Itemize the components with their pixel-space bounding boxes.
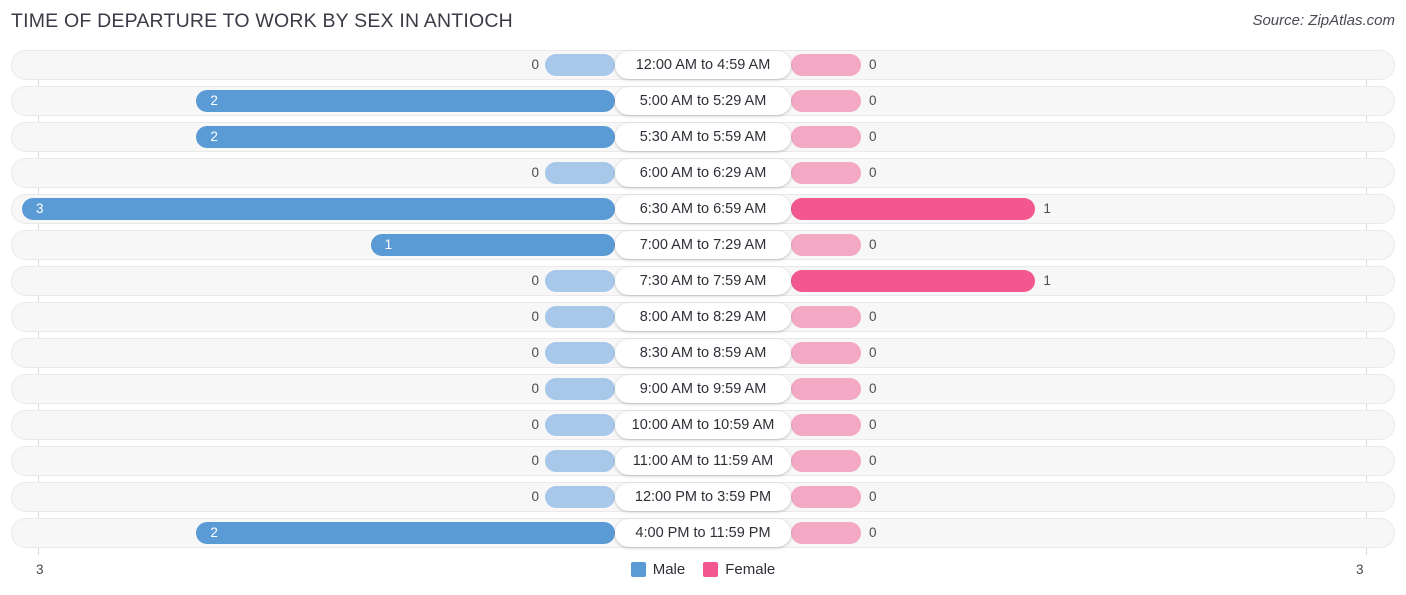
- male-bar[interactable]: [196, 90, 615, 112]
- male-value-label: 0: [531, 489, 539, 504]
- female-bar[interactable]: [791, 90, 861, 112]
- male-bar[interactable]: [545, 378, 615, 400]
- category-label: 10:00 AM to 10:59 AM: [615, 411, 791, 439]
- category-label: 6:30 AM to 6:59 AM: [615, 195, 791, 223]
- female-value-label: 0: [869, 489, 877, 504]
- bar-row: 0 0 8:00 AM to 8:29 AM: [0, 302, 1406, 332]
- category-label: 7:00 AM to 7:29 AM: [615, 231, 791, 259]
- female-value-label: 0: [869, 345, 877, 360]
- male-value-label: 2: [210, 129, 218, 144]
- bar-row: 1 0 7:00 AM to 7:29 AM: [0, 230, 1406, 260]
- bar-row: 0 0 6:00 AM to 6:29 AM: [0, 158, 1406, 188]
- male-bar[interactable]: [196, 126, 615, 148]
- male-bar[interactable]: [370, 234, 615, 256]
- female-bar[interactable]: [791, 486, 861, 508]
- male-value-label: 3: [36, 201, 44, 216]
- female-bar[interactable]: [791, 126, 861, 148]
- bar-row: 0 0 12:00 AM to 4:59 AM: [0, 50, 1406, 80]
- male-value-label: 2: [210, 93, 218, 108]
- bar-row: 0 1 7:30 AM to 7:59 AM: [0, 266, 1406, 296]
- bar-row: 0 0 12:00 PM to 3:59 PM: [0, 482, 1406, 512]
- category-label: 12:00 AM to 4:59 AM: [615, 51, 791, 79]
- page-title: TIME OF DEPARTURE TO WORK BY SEX IN ANTI…: [11, 10, 513, 32]
- category-label: 7:30 AM to 7:59 AM: [615, 267, 791, 295]
- female-bar[interactable]: [791, 234, 861, 256]
- source-attribution: Source: ZipAtlas.com: [1252, 12, 1395, 29]
- bar-row: 2 0 5:30 AM to 5:59 AM: [0, 122, 1406, 152]
- category-label: 8:00 AM to 8:29 AM: [615, 303, 791, 331]
- male-value-label: 0: [531, 345, 539, 360]
- female-bar[interactable]: [791, 270, 1036, 292]
- female-bar[interactable]: [791, 414, 861, 436]
- female-value-label: 0: [869, 525, 877, 540]
- male-value-label: 1: [384, 237, 393, 252]
- category-label: 12:00 PM to 3:59 PM: [615, 483, 791, 511]
- female-value-label: 0: [869, 237, 877, 252]
- male-bar[interactable]: [545, 342, 615, 364]
- legend-item-female[interactable]: Female: [703, 561, 775, 578]
- chart-header: TIME OF DEPARTURE TO WORK BY SEX IN ANTI…: [0, 0, 1406, 44]
- male-value-label: 0: [531, 57, 539, 72]
- female-value-label: 1: [1043, 273, 1051, 288]
- legend-item-male[interactable]: Male: [630, 561, 686, 578]
- male-bar[interactable]: [545, 306, 615, 328]
- female-value-label: 0: [869, 309, 877, 324]
- bar-row: 0 0 10:00 AM to 10:59 AM: [0, 410, 1406, 440]
- female-value-label: 0: [869, 93, 877, 108]
- bar-row: 0 0 11:00 AM to 11:59 AM: [0, 446, 1406, 476]
- bar-row: 0 0 8:30 AM to 8:59 AM: [0, 338, 1406, 368]
- legend-swatch-female-icon: [703, 562, 719, 577]
- female-bar[interactable]: [791, 162, 861, 184]
- male-bar[interactable]: [545, 54, 615, 76]
- male-bar[interactable]: [545, 450, 615, 472]
- chart-footer: 3 3 Male Female: [0, 556, 1406, 595]
- category-label: 5:00 AM to 5:29 AM: [615, 87, 791, 115]
- female-bar[interactable]: [791, 522, 861, 544]
- male-value-label: 0: [531, 453, 539, 468]
- female-value-label: 1: [1043, 201, 1051, 216]
- male-value-label: 0: [531, 381, 539, 396]
- bar-row: 2 0 4:00 PM to 11:59 PM: [0, 518, 1406, 548]
- bar-row: 0 0 9:00 AM to 9:59 AM: [0, 374, 1406, 404]
- bar-row: 3 1 6:30 AM to 6:59 AM: [0, 194, 1406, 224]
- female-bar[interactable]: [791, 306, 861, 328]
- male-value-label: 0: [531, 417, 539, 432]
- category-label: 11:00 AM to 11:59 AM: [615, 447, 791, 475]
- male-value-label: 2: [210, 525, 218, 540]
- male-bar[interactable]: [22, 198, 615, 220]
- legend-label-male: Male: [652, 561, 686, 578]
- male-bar[interactable]: [545, 486, 615, 508]
- category-label: 5:30 AM to 5:59 AM: [615, 123, 791, 151]
- female-value-label: 0: [869, 57, 877, 72]
- category-label: 6:00 AM to 6:29 AM: [615, 159, 791, 187]
- male-bar[interactable]: [545, 162, 615, 184]
- female-bar[interactable]: [791, 378, 861, 400]
- chart-legend: Male Female: [0, 561, 1406, 578]
- female-value-label: 0: [869, 453, 877, 468]
- bar-rows-container: 0 0 12:00 AM to 4:59 AM 2 0 5:00 AM to 5:29 A…: [0, 50, 1406, 554]
- male-value-label: 0: [531, 165, 539, 180]
- male-bar[interactable]: [545, 414, 615, 436]
- category-label: 9:00 AM to 9:59 AM: [615, 375, 791, 403]
- male-value-label: 0: [531, 273, 539, 288]
- female-value-label: 0: [869, 417, 877, 432]
- bar-row: 2 0 5:00 AM to 5:29 AM: [0, 86, 1406, 116]
- legend-label-female: Female: [725, 561, 776, 578]
- female-value-label: 0: [869, 129, 877, 144]
- female-bar[interactable]: [791, 342, 861, 364]
- male-bar[interactable]: [196, 522, 615, 544]
- female-bar[interactable]: [791, 54, 861, 76]
- chart-plot-area: 0 0 12:00 AM to 4:59 AM 2 0 5:00 AM to 5:29 A…: [0, 50, 1406, 555]
- male-value-label: 0: [531, 309, 539, 324]
- category-label: 4:00 PM to 11:59 PM: [615, 519, 791, 547]
- female-bar[interactable]: [791, 450, 861, 472]
- legend-swatch-male-icon: [630, 562, 646, 577]
- male-bar[interactable]: [545, 270, 615, 292]
- female-bar[interactable]: [791, 198, 1036, 220]
- female-value-label: 0: [869, 381, 877, 396]
- category-label: 8:30 AM to 8:59 AM: [615, 339, 791, 367]
- female-value-label: 0: [869, 165, 877, 180]
